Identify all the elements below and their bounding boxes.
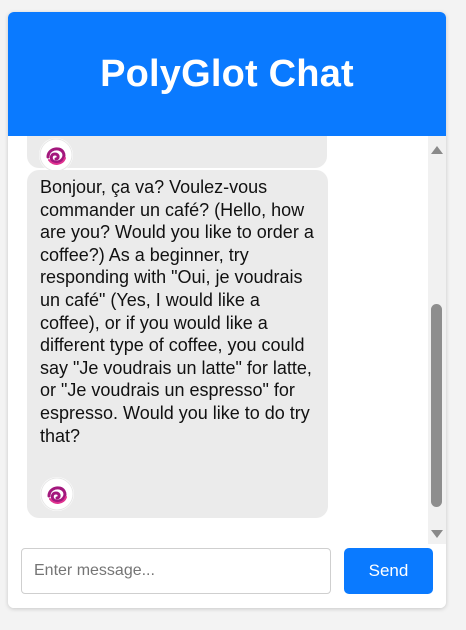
message-bubble-previous xyxy=(27,136,327,172)
polyglot-swirl-icon xyxy=(40,477,74,511)
message-list[interactable]: Bonjour, ça va? Voulez-vous commander un… xyxy=(8,136,428,544)
app-title: PolyGlot Chat xyxy=(100,52,354,95)
scroll-down-arrow-icon[interactable] xyxy=(431,530,443,538)
composer: Send xyxy=(8,544,446,608)
chat-header: PolyGlot Chat xyxy=(8,12,446,136)
scroll-up-arrow-icon[interactable] xyxy=(431,146,443,154)
message-bubble-bot: Bonjour, ça va? Voulez-vous commander un… xyxy=(27,170,328,518)
polyglot-swirl-icon xyxy=(39,138,73,172)
message-scrollbar[interactable] xyxy=(428,136,446,544)
message-input[interactable] xyxy=(21,548,331,594)
scrollbar-thumb[interactable] xyxy=(431,304,442,507)
chat-window: PolyGlot Chat Bonjour, ça va? Voulez-vou… xyxy=(8,12,446,608)
send-button[interactable]: Send xyxy=(344,548,433,594)
message-text: Bonjour, ça va? Voulez-vous commander un… xyxy=(40,177,314,446)
